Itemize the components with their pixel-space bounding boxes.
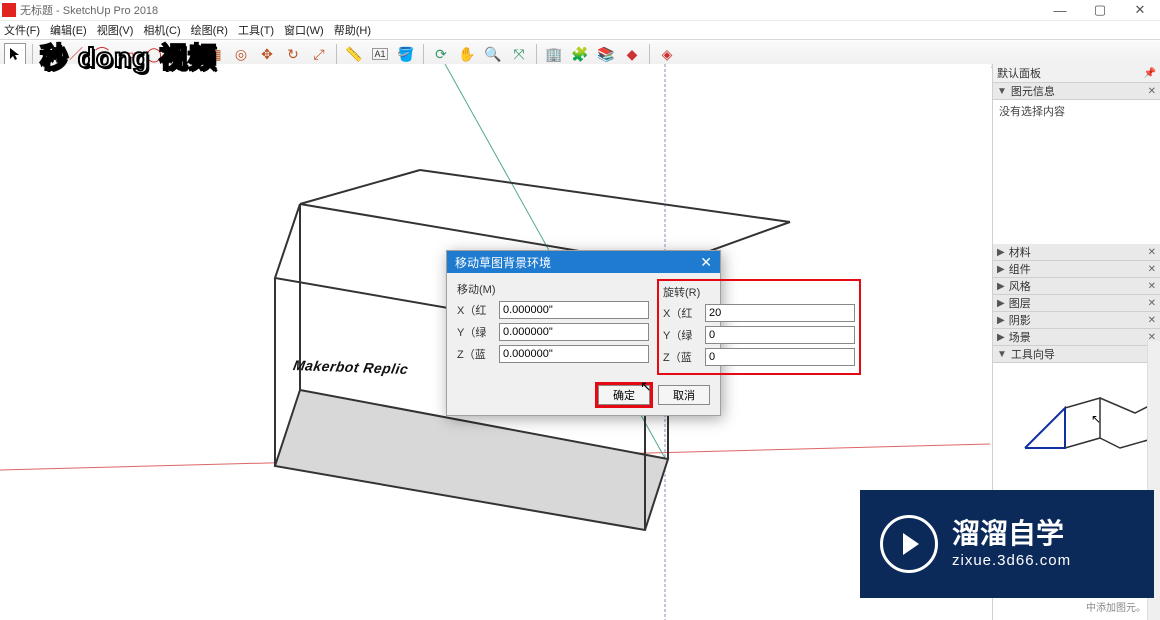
tool-rotate-icon[interactable]: ↻ [282, 43, 304, 65]
rotate-x-input[interactable] [705, 304, 855, 322]
chevron-right-icon: ▶ [997, 247, 1005, 258]
rotate-x-label: X（红 [663, 305, 705, 321]
svg-text:↖: ↖ [1091, 412, 1101, 426]
menu-file[interactable]: 文件(F) [4, 22, 40, 38]
play-icon [880, 515, 938, 573]
rotate-y-label: Y（绿 [663, 327, 705, 343]
minimize-button[interactable]: — [1040, 0, 1080, 20]
rotate-z-label: Z（蓝 [663, 349, 705, 365]
brand-url: zixue.3d66.com [952, 552, 1071, 569]
move-sketch-dialog: 移动草图背景环境 ✕ 移动(M) X（红 Y（绿 Z（蓝 旋转 [446, 250, 721, 416]
menu-window[interactable]: 窗口(W) [284, 22, 324, 38]
tool-tape-icon[interactable]: 📏 [343, 43, 365, 65]
tool-text-icon[interactable]: A1 [369, 43, 391, 65]
chevron-down-icon: ▼ [997, 349, 1007, 360]
tool-offset-icon[interactable]: ◎ [230, 43, 252, 65]
move-group: 移动(M) X（红 Y（绿 Z（蓝 [457, 281, 649, 375]
tool-select-icon[interactable] [4, 43, 26, 65]
panel-materials[interactable]: ▶ 材料 ✕ [993, 244, 1160, 261]
chevron-right-icon: ▶ [997, 332, 1005, 343]
ok-button[interactable]: 确定 [598, 385, 650, 405]
chevron-right-icon: ▶ [997, 264, 1005, 275]
window-title: 无标题 - SketchUp Pro 2018 [20, 2, 158, 18]
move-x-label: X（红 [457, 302, 499, 318]
default-tray-header[interactable]: 默认面板 📌 [993, 64, 1160, 83]
rotate-y-input[interactable] [705, 326, 855, 344]
chevron-right-icon: ▶ [997, 281, 1005, 292]
move-y-input[interactable] [499, 323, 649, 341]
brand-overlay: 溜溜自学 zixue.3d66.com [860, 490, 1154, 598]
instructor-illustration: ↖ [993, 363, 1160, 483]
tool-ruby-icon[interactable]: ◈ [656, 43, 678, 65]
cancel-button[interactable]: 取消 [658, 385, 710, 405]
move-z-input[interactable] [499, 345, 649, 363]
move-z-label: Z（蓝 [457, 346, 499, 362]
brand-title: 溜溜自学 [952, 520, 1071, 548]
chevron-right-icon: ▶ [997, 315, 1005, 326]
dialog-titlebar[interactable]: 移动草图背景环境 ✕ [447, 251, 720, 273]
move-x-input[interactable] [499, 301, 649, 319]
tool-section-icon[interactable]: ◆ [621, 43, 643, 65]
tool-layers-icon[interactable]: 📚 [595, 43, 617, 65]
tool-extensions-icon[interactable]: 🧩 [569, 43, 591, 65]
tool-zoom-extents-icon[interactable]: ⤧ [508, 43, 530, 65]
panel-components[interactable]: ▶ 组件 ✕ [993, 261, 1160, 278]
rotate-group-label: 旋转(R) [663, 284, 855, 300]
menu-tools[interactable]: 工具(T) [238, 22, 274, 38]
panel-close-icon[interactable]: ✕ [1148, 315, 1156, 326]
tool-zoom-icon[interactable]: 🔍 [482, 43, 504, 65]
panel-close-icon[interactable]: ✕ [1148, 86, 1156, 97]
titlebar: 无标题 - SketchUp Pro 2018 — ▢ ✕ [0, 0, 1160, 21]
chevron-right-icon: ▶ [997, 298, 1005, 309]
close-button[interactable]: ✕ [1120, 0, 1160, 20]
panel-shadows[interactable]: ▶ 阴影 ✕ [993, 312, 1160, 329]
panel-close-icon[interactable]: ✕ [1148, 247, 1156, 258]
maximize-button[interactable]: ▢ [1080, 0, 1120, 20]
panel-close-icon[interactable]: ✕ [1148, 264, 1156, 275]
panel-layers[interactable]: ▶ 图层 ✕ [993, 295, 1160, 312]
panel-entity-info[interactable]: ▼ 图元信息 ✕ [993, 83, 1160, 100]
entity-info-content: 没有选择内容 [993, 100, 1160, 122]
tool-move-icon[interactable]: ✥ [256, 43, 278, 65]
move-group-label: 移动(M) [457, 281, 649, 297]
panel-instructor[interactable]: ▼ 工具向导 ✕ [993, 346, 1160, 363]
move-y-label: Y（绿 [457, 324, 499, 340]
chevron-down-icon: ▼ [997, 86, 1007, 97]
pushpin-icon[interactable]: 📌 [1144, 68, 1156, 79]
menu-help[interactable]: 帮助(H) [334, 22, 371, 38]
tool-orbit-icon[interactable]: ⟳ [430, 43, 452, 65]
tool-pan-icon[interactable]: ✋ [456, 43, 478, 65]
dialog-close-icon[interactable]: ✕ [700, 254, 712, 271]
tool-warehouse-icon[interactable]: 🏢 [543, 43, 565, 65]
app-icon [2, 3, 16, 17]
tool-paint-icon[interactable]: 🪣 [395, 43, 417, 65]
tool-scale-icon[interactable]: ⤢ [308, 43, 330, 65]
panel-close-icon[interactable]: ✕ [1148, 298, 1156, 309]
panel-close-icon[interactable]: ✕ [1148, 281, 1156, 292]
rotate-group: 旋转(R) X（红 Y（绿 Z（蓝 [657, 279, 861, 375]
instructor-hint-2: 中添加图元。 [1086, 599, 1146, 614]
dialog-title: 移动草图背景环境 [455, 254, 551, 271]
panel-styles[interactable]: ▶ 风格 ✕ [993, 278, 1160, 295]
watermark-topleft: 秒 dong 视频 [40, 36, 217, 76]
rotate-z-input[interactable] [705, 348, 855, 366]
panel-scenes[interactable]: ▶ 场景 ✕ [993, 329, 1160, 346]
